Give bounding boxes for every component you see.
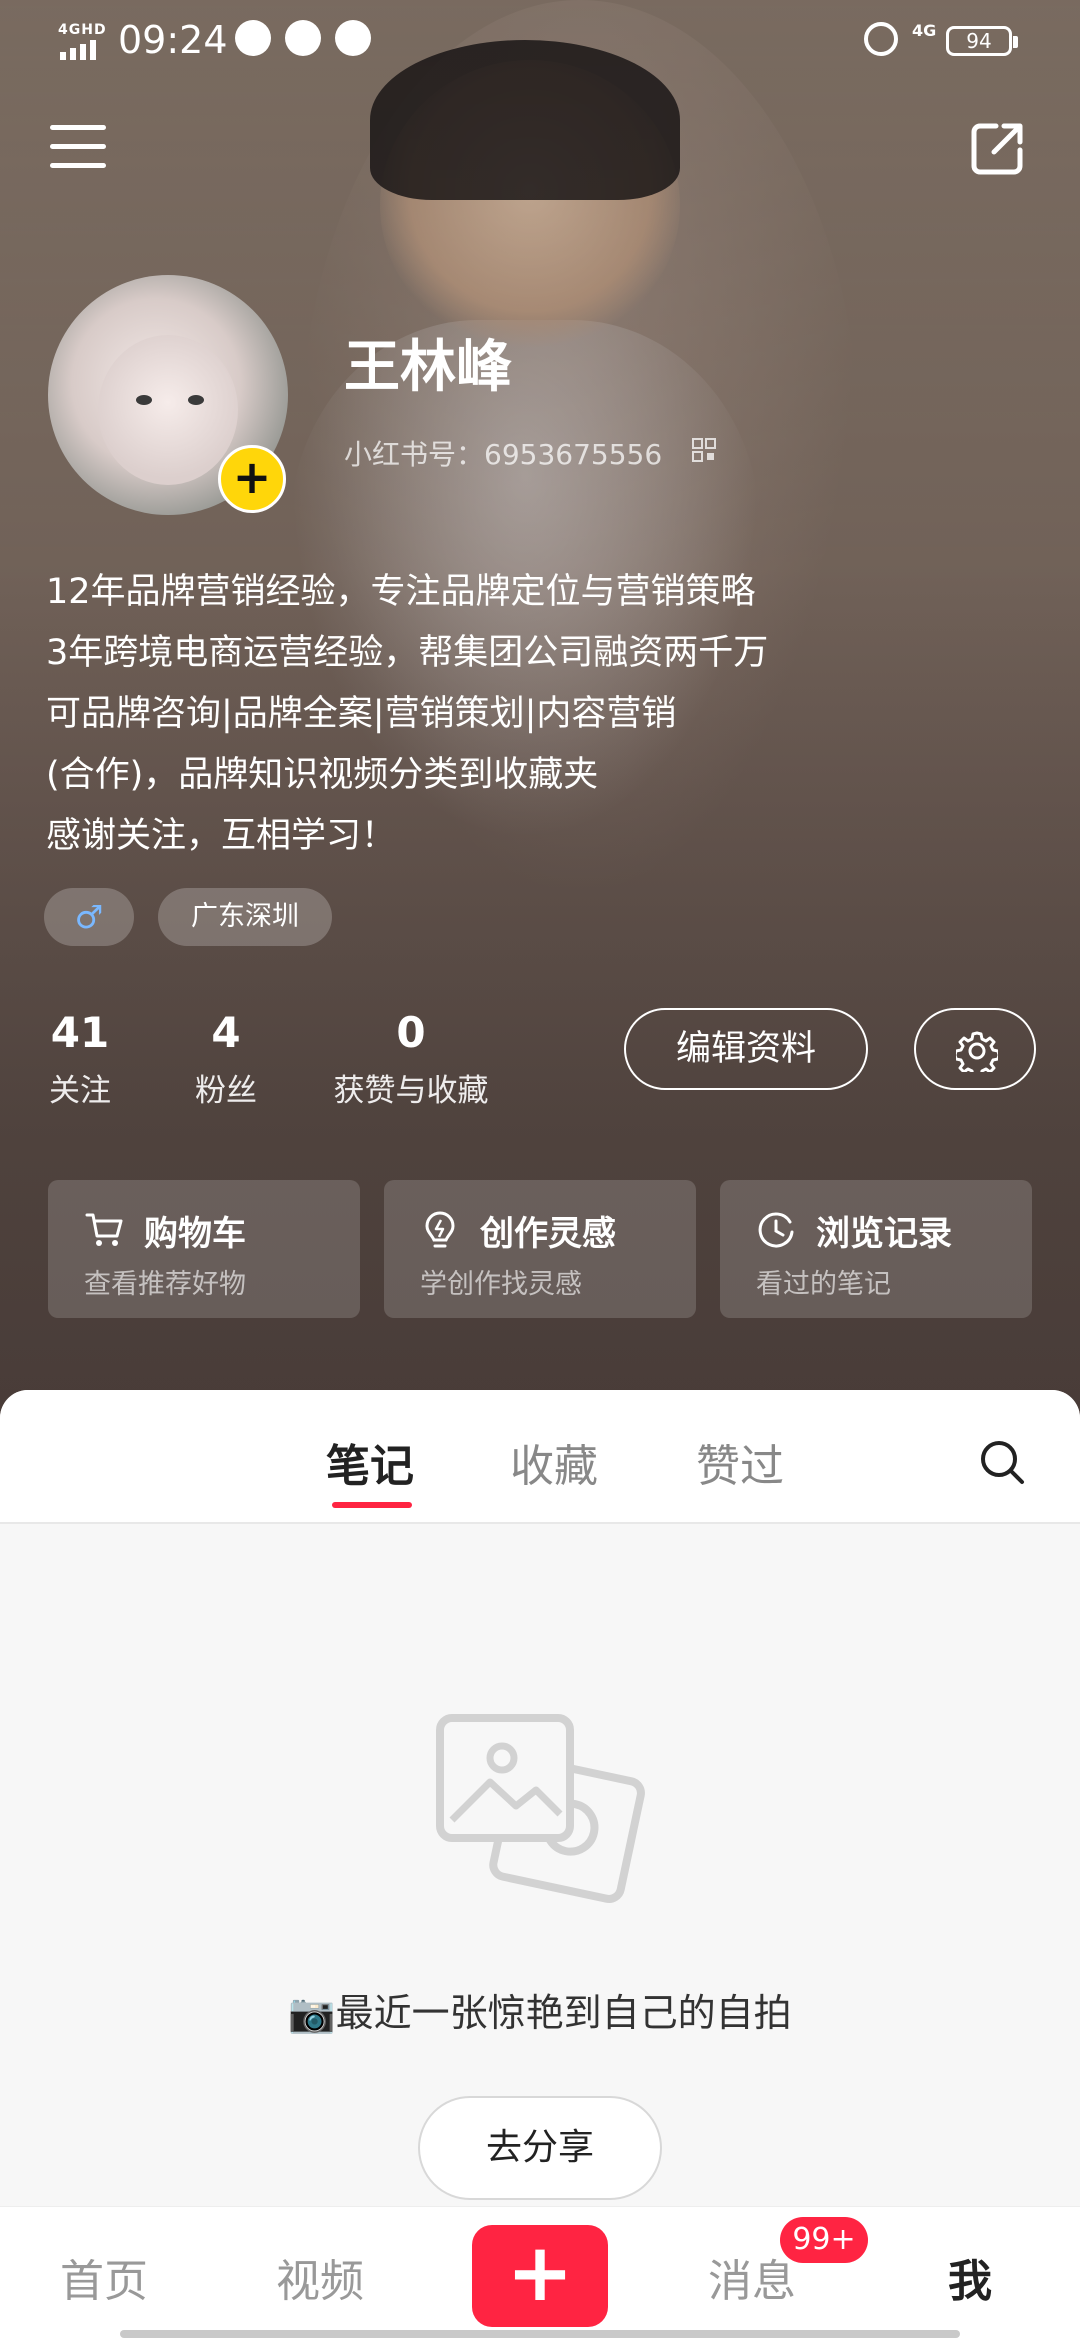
stat-value: 4 — [211, 1008, 241, 1057]
qrcode-icon[interactable] — [692, 438, 716, 462]
card-title: 创作灵感 — [480, 1214, 616, 1254]
stat-value: 0 — [396, 1008, 426, 1057]
share-icon[interactable] — [968, 118, 1028, 178]
nav-home[interactable]: 首页 — [60, 2245, 148, 2309]
clock-icon — [758, 1212, 794, 1248]
male-icon: ♂ — [74, 898, 104, 936]
messages-badge: 99+ — [780, 2217, 868, 2263]
location-chip: 广东深圳 — [158, 888, 332, 946]
menu-icon[interactable] — [50, 125, 106, 173]
bio-line: 12年品牌营销经验，专注品牌定位与营销策略 — [46, 572, 756, 612]
edit-profile-button[interactable]: 编辑资料 — [624, 1008, 868, 1090]
gear-icon — [956, 1031, 998, 1072]
bio-line: 可品牌咨询|品牌全案|营销策划|内容营销 — [46, 694, 677, 734]
signal-icon — [60, 40, 96, 60]
tab-liked[interactable]: 赞过 — [696, 1430, 784, 1494]
active-tab-indicator — [332, 1502, 412, 1508]
nav-messages[interactable]: 消息 — [708, 2245, 796, 2309]
status-time: 09:24 — [118, 18, 228, 62]
nav-video[interactable]: 视频 — [276, 2245, 364, 2309]
empty-photos-icon — [436, 1714, 645, 1903]
browser-icon — [285, 20, 321, 56]
battery-icon: 94 — [946, 26, 1018, 56]
profile-bio: 12年品牌营销经验，专注品牌定位与营销策略 3年跨境电商运营经验，帮集团公司融资… — [46, 562, 768, 867]
cart-icon — [85, 1213, 123, 1246]
stat-label: 获赞与收藏 — [333, 1073, 489, 1109]
bulb-icon — [425, 1211, 455, 1248]
content-panel: 笔记 收藏 赞过 📷最近一张惊艳到自己的自拍 去分享 — [0, 1390, 1080, 2340]
nav-me[interactable]: 我 — [948, 2245, 992, 2309]
search-icon[interactable] — [978, 1438, 1026, 1486]
bottom-navigation: 首页 视频 + 消息 99+ 我 — [0, 2206, 1080, 2341]
stat-value: 41 — [50, 1008, 110, 1057]
redbook-id[interactable]: 小红书号：6953675556 — [344, 433, 662, 473]
card-subtitle: 学创作找灵感 — [420, 1269, 582, 1300]
network-type: 4GHD — [58, 22, 107, 38]
bio-line: 感谢关注，互相学习！ — [46, 816, 397, 856]
card-title: 浏览记录 — [816, 1214, 952, 1254]
add-post-button[interactable]: + — [472, 2225, 608, 2327]
home-indicator — [120, 2330, 960, 2338]
bio-line: (合作)，品牌知识视频分类到收藏夹 — [46, 755, 599, 795]
mobile-data-icon: 4G — [912, 21, 937, 40]
content-tabs: 笔记 收藏 赞过 — [0, 1390, 1080, 1524]
stat-following[interactable]: 41 关注 — [40, 1008, 120, 1110]
settings-button[interactable] — [914, 1008, 1036, 1090]
card-title: 购物车 — [144, 1214, 246, 1254]
tab-collections[interactable]: 收藏 — [510, 1430, 598, 1494]
card-subtitle: 查看推荐好物 — [84, 1269, 246, 1300]
wechat-icon — [235, 20, 271, 56]
stat-fans[interactable]: 4 粉丝 — [186, 1008, 266, 1110]
bio-line: 3年跨境电商运营经验，帮集团公司融资两千万 — [46, 633, 769, 673]
status-bar: 4GHD 09:24 4G 94 — [0, 0, 1080, 80]
notification-icons — [235, 20, 371, 56]
profile-name: 王林峰 — [344, 335, 512, 400]
empty-state-text: 📷最近一张惊艳到自己的自拍 — [288, 1991, 792, 2035]
gender-chip: ♂ — [44, 888, 134, 946]
stat-label: 关注 — [49, 1073, 111, 1109]
go-share-button[interactable]: 去分享 — [418, 2096, 662, 2200]
card-shopping-cart[interactable]: 购物车 查看推荐好物 — [48, 1180, 360, 1318]
card-browse-history[interactable]: 浏览记录 看过的笔记 — [720, 1180, 1032, 1318]
card-subtitle: 看过的笔记 — [756, 1269, 891, 1300]
app-icon — [335, 20, 371, 56]
stat-likes-collections[interactable]: 0 获赞与收藏 — [326, 1008, 496, 1110]
alarm-icon — [864, 22, 898, 56]
stat-label: 粉丝 — [195, 1073, 257, 1109]
card-creative-inspiration[interactable]: 创作灵感 学创作找灵感 — [384, 1180, 696, 1318]
tab-notes[interactable]: 笔记 — [326, 1430, 414, 1494]
avatar-add-button[interactable]: + — [218, 445, 286, 513]
